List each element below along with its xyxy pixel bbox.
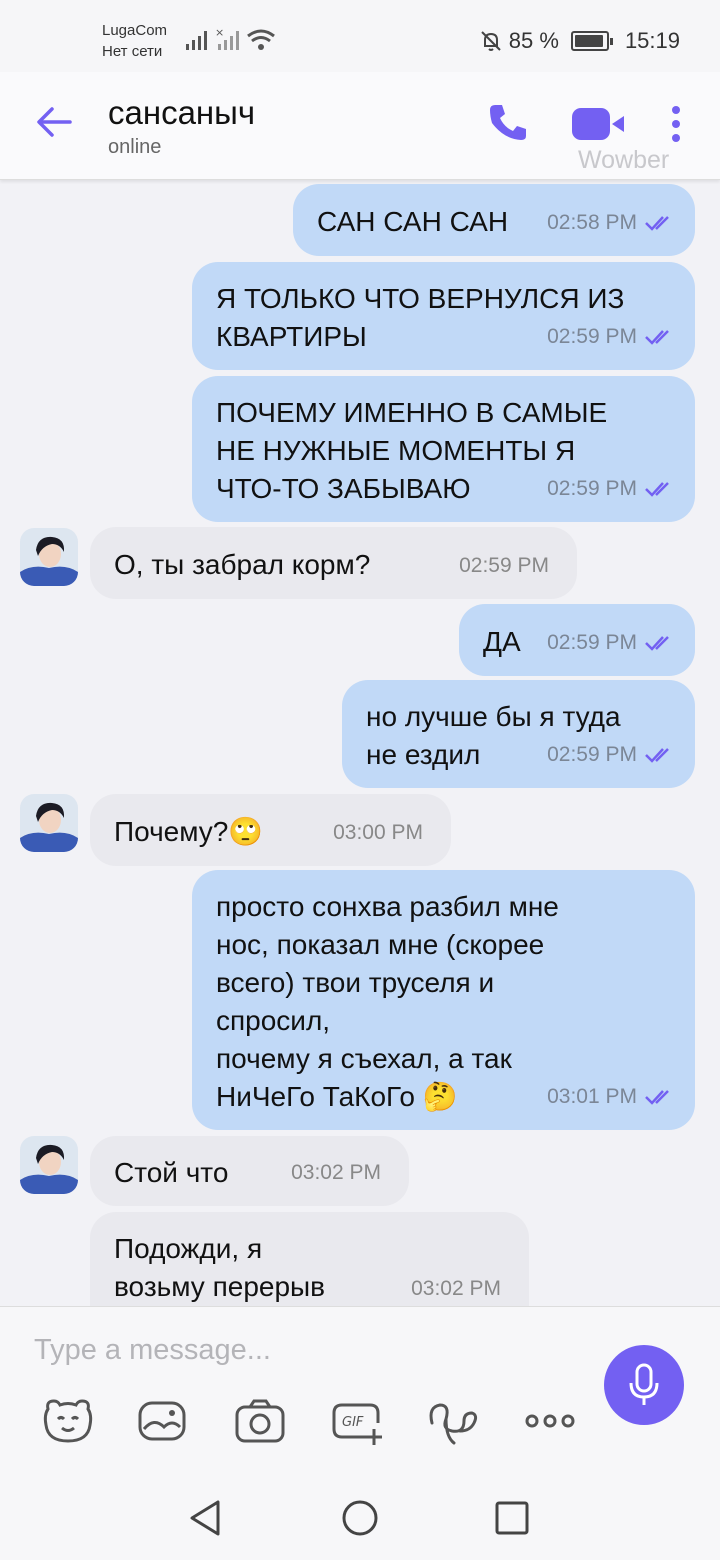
message-time: 03:01 PM: [547, 1085, 637, 1108]
double-check-icon: [645, 482, 669, 497]
message-input[interactable]: [34, 1327, 574, 1373]
message-time: 03:00 PM: [333, 821, 423, 844]
message-time: 03:02 PM: [411, 1277, 501, 1300]
nav-recents-icon[interactable]: [492, 1498, 532, 1538]
message-meta: 02:59 PM: [459, 547, 549, 585]
nav-back-icon[interactable]: [186, 1498, 226, 1538]
contact-avatar[interactable]: [20, 528, 78, 586]
network-status: Нет сети: [102, 43, 163, 60]
message-meta: 03:00 PM: [333, 814, 423, 852]
more-vertical-icon[interactable]: [664, 102, 688, 146]
message-meta: 03:02 PM: [291, 1154, 381, 1192]
svg-text:GIF: GIF: [342, 1415, 364, 1430]
battery-icon: [570, 31, 613, 51]
message-bubble-outgoing[interactable]: ПОЧЕМУ ИМЕННО В САМЫЕ НЕ НУЖНЫЕ МОМЕНТЫ …: [192, 376, 695, 522]
message-meta: 02:59 PM: [547, 470, 677, 508]
system-navigation-bar: [0, 1476, 720, 1560]
message-time: 02:59 PM: [547, 325, 637, 348]
message-meta: 02:59 PM: [547, 624, 677, 662]
chat-header: сансаныч online Wowber: [0, 72, 720, 180]
message-bubble-outgoing[interactable]: Я ТОЛЬКО ЧТО ВЕРНУЛСЯ ИЗ КВАРТИРЫ 02:59 …: [192, 262, 695, 370]
message-time: 02:58 PM: [547, 211, 637, 234]
mute-bell-icon: [481, 31, 501, 51]
gif-icon[interactable]: GIF: [328, 1393, 384, 1449]
contact-avatar[interactable]: [20, 794, 78, 852]
message-bubble-outgoing[interactable]: ДА 02:59 PM: [459, 604, 695, 676]
microphone-icon: [629, 1363, 659, 1405]
carrier-name: LugaCom: [102, 22, 168, 39]
carrier-info: LugaCom Нет сети: [102, 20, 167, 62]
double-check-icon: [645, 1090, 669, 1105]
phone-icon[interactable]: [486, 100, 530, 144]
message-meta: 02:58 PM: [547, 204, 677, 242]
gallery-icon[interactable]: [134, 1393, 190, 1449]
composer-toolbar: GIF: [0, 1393, 600, 1453]
svg-text:×: ×: [215, 26, 224, 39]
double-check-icon: [645, 748, 669, 763]
message-bubble-outgoing[interactable]: просто сонхва разбил мне нос, показал мн…: [192, 870, 695, 1130]
message-meta: 03:02 PM: [411, 1270, 501, 1308]
watermark: Wowber: [578, 146, 670, 174]
contact-avatar[interactable]: [20, 1136, 78, 1194]
voice-message-button[interactable]: [604, 1345, 684, 1425]
message-meta: 03:01 PM: [547, 1078, 677, 1116]
message-bubble-incoming[interactable]: Стой что 03:02 PM: [90, 1136, 409, 1206]
signal-icon: ×: [186, 26, 275, 50]
video-camera-icon[interactable]: [570, 104, 628, 144]
status-right: 85 % 15:19: [479, 28, 680, 54]
message-bubble-outgoing[interactable]: САН САН САН 02:58 PM: [293, 184, 695, 256]
back-arrow-icon[interactable]: [32, 100, 76, 144]
more-options-icon[interactable]: [522, 1393, 578, 1449]
double-check-icon: [645, 216, 669, 231]
battery-percent: 85 %: [508, 28, 559, 53]
message-time: 02:59 PM: [459, 554, 549, 577]
double-check-icon: [645, 636, 669, 651]
message-time: 02:59 PM: [547, 743, 637, 766]
message-time: 02:59 PM: [547, 477, 637, 500]
message-meta: 02:59 PM: [547, 736, 677, 774]
message-time: 03:02 PM: [291, 1161, 381, 1184]
message-bubble-incoming[interactable]: О, ты забрал корм? 02:59 PM: [90, 527, 577, 599]
status-bar: LugaCom Нет сети × 85 % 15:19: [0, 0, 720, 72]
double-check-icon: [645, 330, 669, 345]
nav-home-icon[interactable]: [340, 1498, 380, 1538]
message-time: 02:59 PM: [547, 631, 637, 654]
clock: 15:19: [624, 28, 680, 53]
message-bubble-outgoing[interactable]: но лучше бы я туда не ездил 02:59 PM: [342, 680, 695, 788]
contact-name[interactable]: сансаныч: [108, 94, 255, 132]
composer: GIF: [0, 1306, 720, 1476]
message-bubble-incoming[interactable]: Почему?🙄 03:00 PM: [90, 794, 451, 866]
doodle-icon[interactable]: [424, 1393, 480, 1449]
sticker-icon[interactable]: [40, 1393, 96, 1449]
camera-icon[interactable]: [232, 1393, 288, 1449]
message-bubble-incoming[interactable]: Подожди, я возьму перерыв 03:02 PM: [90, 1212, 529, 1312]
contact-status: online: [108, 136, 162, 158]
message-meta: 02:59 PM: [547, 318, 677, 356]
